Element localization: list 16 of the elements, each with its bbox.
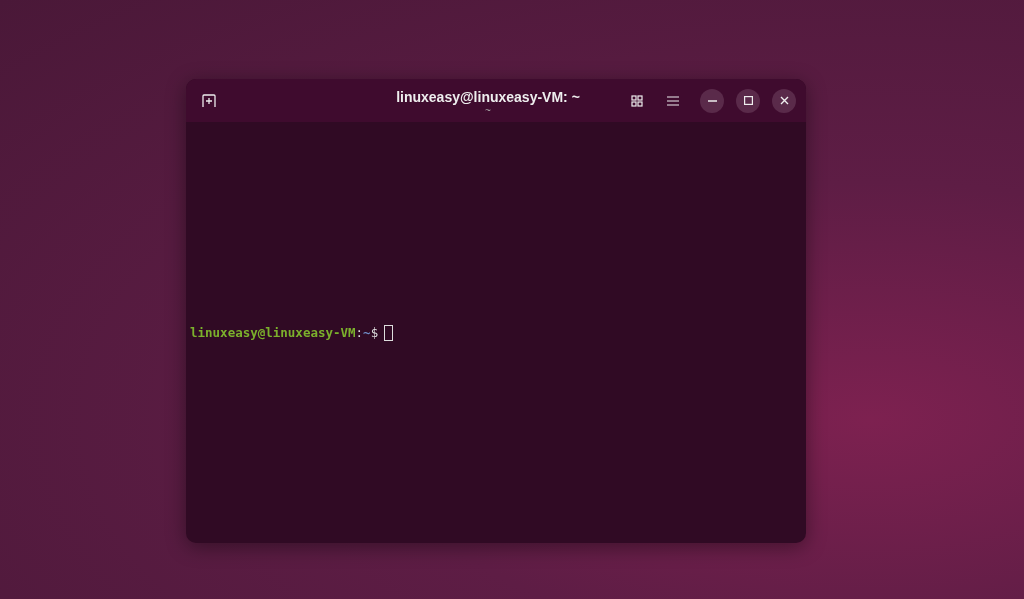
maximize-icon bbox=[743, 96, 753, 105]
minimize-button[interactable] bbox=[700, 88, 724, 113]
prompt-user-host: linuxeasy@linuxeasy-VM bbox=[190, 325, 356, 340]
grid-icon bbox=[631, 94, 643, 107]
window-title: linuxeasy@linuxeasy-VM: ~ bbox=[396, 89, 580, 105]
prompt-path: ~ bbox=[363, 325, 371, 340]
close-icon bbox=[779, 96, 789, 105]
minimize-icon bbox=[707, 99, 717, 102]
menu-icon bbox=[667, 95, 679, 106]
prompt-symbol: $ bbox=[370, 325, 379, 340]
prompt-separator: : bbox=[355, 325, 364, 340]
new-tab-icon bbox=[202, 94, 216, 107]
close-button[interactable] bbox=[772, 88, 796, 113]
maximize-button[interactable] bbox=[736, 88, 760, 113]
window-subtitle: ~ bbox=[485, 105, 491, 116]
terminal-cursor bbox=[384, 324, 394, 341]
